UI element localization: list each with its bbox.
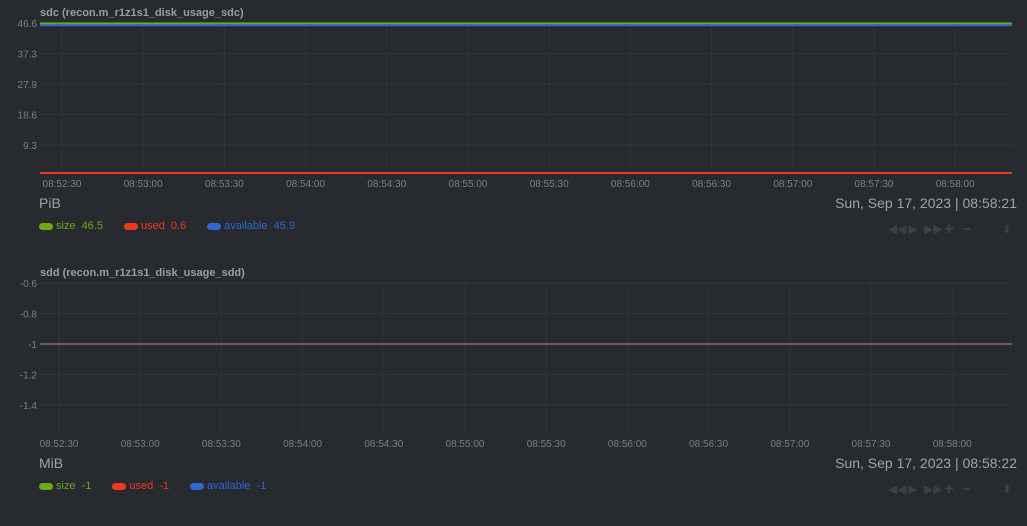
legend-item-available[interactable]: available 45.9 (207, 220, 295, 232)
x-tick-label: 08:58:00 (936, 179, 975, 190)
x-tick-label: 08:54:30 (364, 439, 403, 450)
y-tick-label: -1.4 (20, 401, 38, 412)
legend-dot (39, 222, 53, 230)
x-tick-label: 08:56:00 (611, 179, 650, 190)
legend-label: size (56, 480, 76, 492)
y-tick-label: 18.6 (18, 111, 38, 122)
legend-value: 45.9 (273, 220, 295, 232)
x-tick-label: 08:54:00 (283, 439, 322, 450)
legend-value: 0.6 (170, 220, 187, 232)
resize-handle-icon[interactable]: ⬍ (1000, 482, 1014, 496)
x-tick-label: 08:56:30 (692, 179, 731, 190)
legend: size -1 used -1 available -1 (39, 480, 287, 492)
y-tick-label: -1.2 (20, 371, 38, 382)
legend-dot (39, 482, 53, 490)
x-tick-label: 08:57:00 (773, 179, 812, 190)
x-tick-label: 08:55:30 (530, 179, 569, 190)
rewind-icon[interactable]: ◀◀ (888, 222, 906, 236)
chart-controls: ◀◀ ▶ ▶▶ ✚ ━ ⬍ (888, 222, 1014, 236)
x-tick-label: 08:57:30 (852, 439, 891, 450)
legend-dot (112, 482, 127, 490)
x-tick-label: 08:53:00 (121, 439, 160, 450)
x-tick-label: 08:55:30 (527, 439, 566, 450)
x-tick-label: 08:56:00 (608, 439, 647, 450)
legend-label: available (224, 220, 268, 232)
legend-item-available[interactable]: available -1 (189, 480, 267, 492)
forward-icon[interactable]: ▶▶ (924, 482, 942, 496)
x-tick-label: 08:57:00 (770, 439, 809, 450)
legend-label: used (140, 220, 165, 232)
legend-item-used[interactable]: used -1 (112, 480, 169, 492)
y-tick-label: 27.9 (18, 80, 38, 91)
y-tick-label: -1 (28, 340, 37, 351)
zoom-in-icon[interactable]: ✚ (942, 222, 956, 236)
play-icon[interactable]: ▶ (906, 222, 920, 236)
legend-value: -1 (81, 480, 92, 492)
x-tick-label: 08:53:30 (205, 179, 244, 190)
x-tick-label: 08:56:30 (689, 439, 728, 450)
chart-controls: ◀◀ ▶ ▶▶ ✚ ━ ⬍ (888, 482, 1014, 496)
x-tick-label: 08:52:30 (40, 439, 79, 450)
x-tick-label: 08:55:00 (449, 179, 488, 190)
zoom-in-icon[interactable]: ✚ (942, 482, 956, 496)
x-tick-label: 08:52:30 (43, 179, 82, 190)
plot[interactable]: -0.6 -0.8 -1 -1.2 -1.4 08:52:30 08:53:00 08:53:… (0, 260, 1027, 460)
x-tick-label: 08:53:00 (124, 179, 163, 190)
legend-dot (123, 222, 138, 230)
x-tick-label: 08:55:00 (446, 439, 485, 450)
y-tick-label: 9.3 (23, 141, 37, 152)
legend-item-used[interactable]: used 0.6 (123, 220, 187, 232)
y-tick-label: 46.6 (18, 19, 38, 30)
play-icon[interactable]: ▶ (906, 482, 920, 496)
y-tick-label: 37.3 (18, 50, 38, 61)
x-tick-label: 08:53:30 (202, 439, 241, 450)
chart-0[interactable]: sdc (recon.m_r1z1s1_disk_usage_sdc) PiB … (0, 0, 1027, 260)
legend-value: 46.5 (81, 220, 103, 232)
legend-label: available (206, 480, 251, 492)
chart-1[interactable]: sdd (recon.m_r1z1s1_disk_usage_sdd) MiB … (0, 260, 1027, 520)
legend-item-size[interactable]: size -1 (39, 480, 91, 492)
legend-label: size (56, 220, 76, 232)
rewind-icon[interactable]: ◀◀ (888, 482, 906, 496)
zoom-out-icon[interactable]: ━ (960, 482, 974, 496)
zoom-out-icon[interactable]: ━ (960, 222, 974, 236)
x-tick-label: 08:58:00 (933, 439, 972, 450)
x-tick-label: 08:57:30 (855, 179, 894, 190)
legend-value: -1 (256, 480, 267, 492)
forward-icon[interactable]: ▶▶ (924, 222, 942, 236)
legend-label: used (129, 480, 154, 492)
plot[interactable]: 46.6 37.3 27.9 18.6 9.3 08:52:30 08:53:00 08:53… (0, 0, 1027, 200)
legend: size 46.5 used 0.6 available 45.9 (39, 220, 316, 232)
resize-handle-icon[interactable]: ⬍ (1000, 222, 1014, 236)
y-tick-label: -0.6 (20, 279, 38, 290)
y-tick-label: -0.8 (20, 310, 38, 321)
legend-value: -1 (159, 480, 169, 492)
legend-item-size[interactable]: size 46.5 (39, 220, 103, 232)
legend-dot (207, 222, 222, 230)
x-tick-label: 08:54:30 (367, 179, 406, 190)
legend-dot (189, 482, 204, 490)
x-tick-label: 08:54:00 (286, 179, 325, 190)
